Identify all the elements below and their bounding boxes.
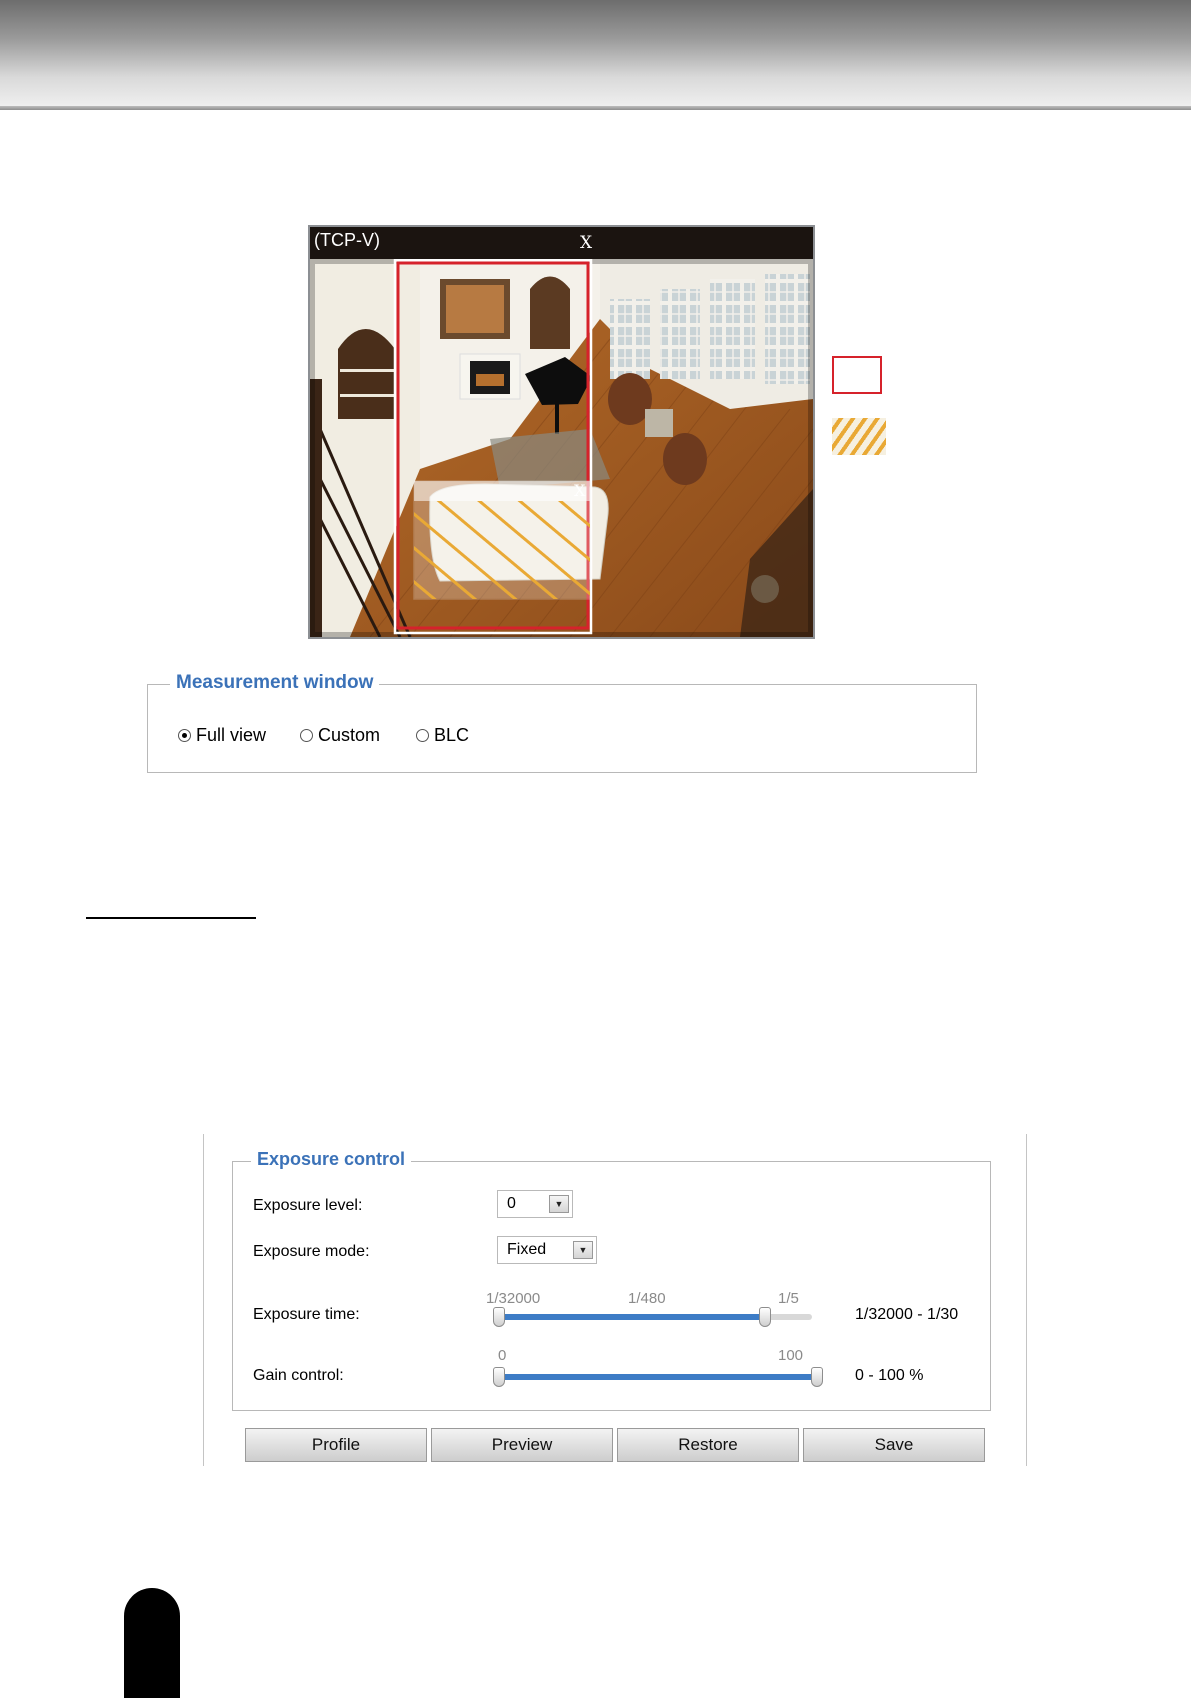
camera-title: (TCP-V) bbox=[314, 230, 380, 250]
page-header-band bbox=[0, 0, 1191, 110]
header-rule bbox=[0, 106, 1191, 110]
measurement-option-blc[interactable]: BLC bbox=[416, 725, 469, 746]
measurement-window-legend: Measurement window bbox=[170, 672, 380, 694]
exposure-mode-label: Exposure mode: bbox=[253, 1243, 370, 1260]
exposure-mode-value: Fixed bbox=[507, 1241, 547, 1258]
exposure-time-tick-min: 1/32000 bbox=[486, 1290, 541, 1307]
gain-control-label: Gain control: bbox=[253, 1367, 344, 1384]
blc-window-close-icon[interactable]: X bbox=[574, 481, 585, 500]
exposure-time-fill bbox=[497, 1314, 765, 1320]
chevron-down-icon: ▼ bbox=[549, 1195, 569, 1213]
custom-window-legend-swatch bbox=[832, 356, 882, 394]
restore-button[interactable]: Restore bbox=[617, 1428, 799, 1462]
profile-button[interactable]: Profile bbox=[245, 1428, 427, 1462]
measurement-window-fieldset: Measurement window Full view Custom BLC bbox=[147, 672, 977, 773]
gain-control-tick-max: 100 bbox=[778, 1347, 804, 1364]
preview-button[interactable]: Preview bbox=[431, 1428, 613, 1462]
measurement-option-custom[interactable]: Custom bbox=[300, 725, 380, 746]
save-button[interactable]: Save bbox=[803, 1428, 985, 1462]
exposure-mode-select[interactable]: Fixed ▼ bbox=[497, 1236, 597, 1264]
camera-live-view[interactable]: (TCP-V) X X bbox=[308, 225, 815, 639]
custom-label: Custom bbox=[318, 725, 381, 745]
exposure-level-value: 0 bbox=[507, 1195, 516, 1212]
gain-control-fill bbox=[497, 1374, 817, 1380]
exposure-level-label: Exposure level: bbox=[253, 1197, 363, 1214]
gain-control-max-handle[interactable] bbox=[811, 1367, 823, 1387]
exposure-level-select[interactable]: 0 ▼ bbox=[497, 1190, 573, 1218]
chevron-down-icon: ▼ bbox=[573, 1241, 593, 1259]
custom-radio[interactable] bbox=[300, 729, 313, 742]
exposure-time-range: 1/32000 - 1/30 bbox=[855, 1306, 959, 1323]
exposure-time-max-handle[interactable] bbox=[759, 1307, 771, 1327]
section-heading-underline bbox=[86, 917, 256, 919]
custom-window-close-icon[interactable]: X bbox=[580, 233, 592, 253]
exposure-control-legend: Exposure control bbox=[251, 1149, 412, 1170]
full-view-label: Full view bbox=[196, 725, 267, 745]
exposure-time-tick-max: 1/5 bbox=[778, 1290, 799, 1307]
gain-control-range: 0 - 100 % bbox=[855, 1367, 924, 1384]
exposure-time-tick-mid: 1/480 bbox=[628, 1290, 666, 1307]
gain-control-min-handle[interactable] bbox=[493, 1367, 505, 1387]
blc-radio[interactable] bbox=[416, 729, 429, 742]
page-number-tab bbox=[124, 1588, 180, 1698]
measurement-option-full-view[interactable]: Full view bbox=[178, 725, 266, 746]
camera-titlebar: (TCP-V) bbox=[310, 227, 813, 259]
blc-label: BLC bbox=[434, 725, 470, 745]
exposure-time-min-handle[interactable] bbox=[493, 1307, 505, 1327]
exposure-time-label: Exposure time: bbox=[253, 1306, 360, 1323]
blc-window-legend-swatch bbox=[832, 418, 886, 455]
camera-scene-image bbox=[310, 259, 813, 637]
gain-control-tick-min: 0 bbox=[498, 1347, 507, 1364]
full-view-radio[interactable] bbox=[178, 729, 191, 742]
